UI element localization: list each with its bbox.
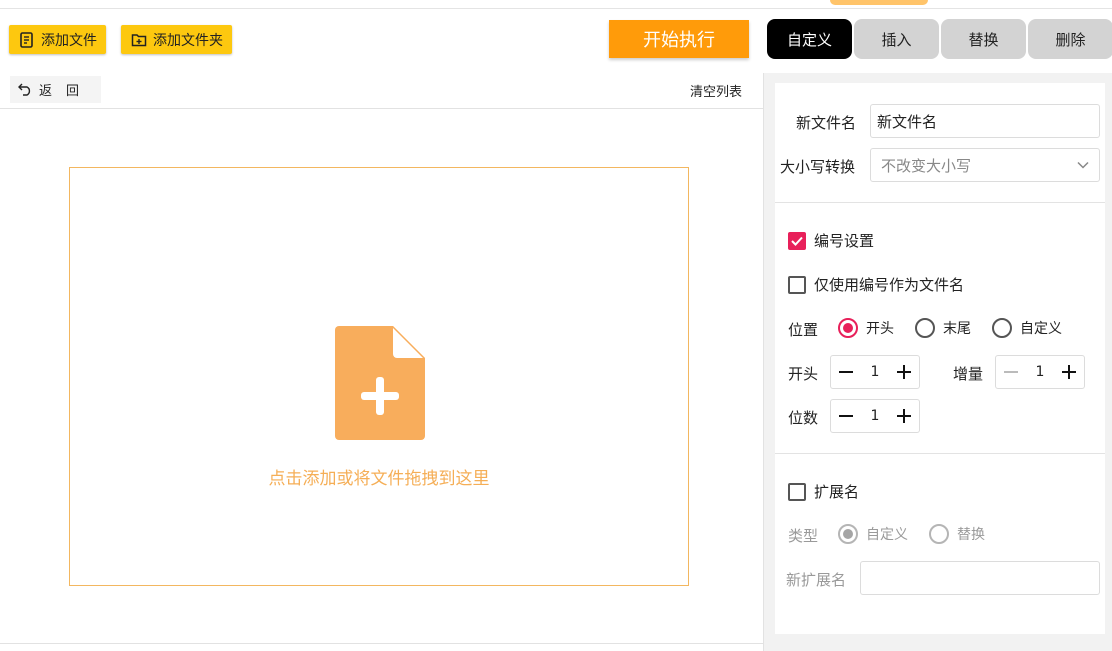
tab-custom[interactable]: 自定义 <box>767 19 852 59</box>
position-custom-radio[interactable]: 自定义 <box>992 318 1062 338</box>
start-value[interactable]: 1 <box>871 364 880 380</box>
increment-label: 增量 <box>953 365 984 383</box>
checkbox-unchecked-icon <box>788 482 806 501</box>
case-select[interactable]: 不改变大小写 <box>870 148 1100 182</box>
increment-icon[interactable] <box>896 364 912 380</box>
position-end-label: 末尾 <box>943 321 971 337</box>
new-ext-label: 新扩展名 <box>786 571 847 589</box>
add-file-button[interactable]: 添加文件 <box>9 25 106 54</box>
only-number-checkbox[interactable]: 仅使用编号作为文件名 <box>788 274 964 295</box>
settings-card: 新文件名 大小写转换 不改变大小写 编号设置 仅使用编号作为文件名 位置 <box>775 83 1105 634</box>
add-folder-icon <box>131 33 147 46</box>
radio-unselected-icon <box>992 318 1012 338</box>
case-select-value: 不改变大小写 <box>881 156 972 175</box>
mode-tabs: 自定义 插入 替换 删除 <box>767 19 1112 59</box>
position-end-radio[interactable]: 末尾 <box>915 318 971 338</box>
position-start-label: 开头 <box>866 321 894 337</box>
section-divider <box>775 453 1105 454</box>
back-label: 返回 <box>39 84 94 99</box>
start-label: 开头 <box>788 365 819 383</box>
radio-unselected-icon <box>915 318 935 338</box>
undo-arrow-icon <box>18 83 31 96</box>
increment-icon[interactable] <box>1061 364 1077 380</box>
drop-hint-text: 点击添加或将文件拖拽到这里 <box>268 469 490 489</box>
section-divider <box>775 202 1105 203</box>
increment-value[interactable]: 1 <box>1036 364 1045 380</box>
add-file-large-icon <box>335 326 425 440</box>
type-custom-label: 自定义 <box>866 527 908 543</box>
back-button[interactable]: 返回 <box>10 76 102 103</box>
bottom-divider <box>0 643 763 644</box>
app-window: 添加文件 添加文件夹 开始执行 自定义 插入 替换 删除 返回 清空列表 点击添… <box>0 0 1112 651</box>
type-replace-radio[interactable]: 替换 <box>929 524 985 544</box>
top-accent <box>830 0 928 5</box>
type-label: 类型 <box>788 527 819 545</box>
digits-stepper: 1 <box>830 399 920 433</box>
only-number-label: 仅使用编号作为文件名 <box>814 276 965 294</box>
checkbox-unchecked-icon <box>788 275 806 294</box>
increment-icon[interactable] <box>896 408 912 424</box>
type-custom-radio[interactable]: 自定义 <box>838 524 908 544</box>
radio-selected-icon <box>838 318 858 338</box>
increment-stepper: 1 <box>995 355 1085 389</box>
decrement-icon[interactable] <box>1003 364 1019 380</box>
start-stepper: 1 <box>830 355 920 389</box>
type-replace-label: 替换 <box>957 527 985 543</box>
top-divider <box>0 8 1112 9</box>
list-toolbar: 返回 清空列表 <box>0 73 763 109</box>
decrement-icon[interactable] <box>838 364 854 380</box>
position-custom-label: 自定义 <box>1020 321 1062 337</box>
add-folder-button[interactable]: 添加文件夹 <box>121 25 232 54</box>
numbering-checkbox[interactable]: 编号设置 <box>788 230 874 251</box>
new-ext-input[interactable] <box>860 561 1100 595</box>
start-button[interactable]: 开始执行 <box>609 20 749 58</box>
decrement-icon[interactable] <box>838 408 854 424</box>
tab-insert[interactable]: 插入 <box>854 19 939 59</box>
add-file-label: 添加文件 <box>41 32 97 49</box>
extension-checkbox[interactable]: 扩展名 <box>788 481 859 502</box>
checkbox-checked-icon <box>788 231 806 250</box>
chevron-down-icon <box>1077 161 1089 169</box>
extension-label: 扩展名 <box>814 483 860 501</box>
add-file-icon <box>20 31 33 48</box>
tab-delete[interactable]: 删除 <box>1028 19 1112 59</box>
clear-list-button[interactable]: 清空列表 <box>690 81 742 100</box>
settings-panel: 新文件名 大小写转换 不改变大小写 编号设置 仅使用编号作为文件名 位置 <box>763 73 1112 651</box>
position-start-radio[interactable]: 开头 <box>838 318 894 338</box>
digits-value[interactable]: 1 <box>871 408 880 424</box>
digits-label: 位数 <box>788 409 819 427</box>
file-drop-zone[interactable]: 点击添加或将文件拖拽到这里 <box>69 167 689 586</box>
position-label: 位置 <box>788 321 819 339</box>
case-label: 大小写转换 <box>780 158 856 176</box>
add-folder-label: 添加文件夹 <box>153 32 223 49</box>
new-name-input[interactable] <box>870 104 1100 138</box>
radio-selected-icon <box>838 524 858 544</box>
numbering-label: 编号设置 <box>814 232 875 250</box>
tab-replace[interactable]: 替换 <box>941 19 1026 59</box>
radio-unselected-icon <box>929 524 949 544</box>
new-name-label: 新文件名 <box>796 114 857 132</box>
